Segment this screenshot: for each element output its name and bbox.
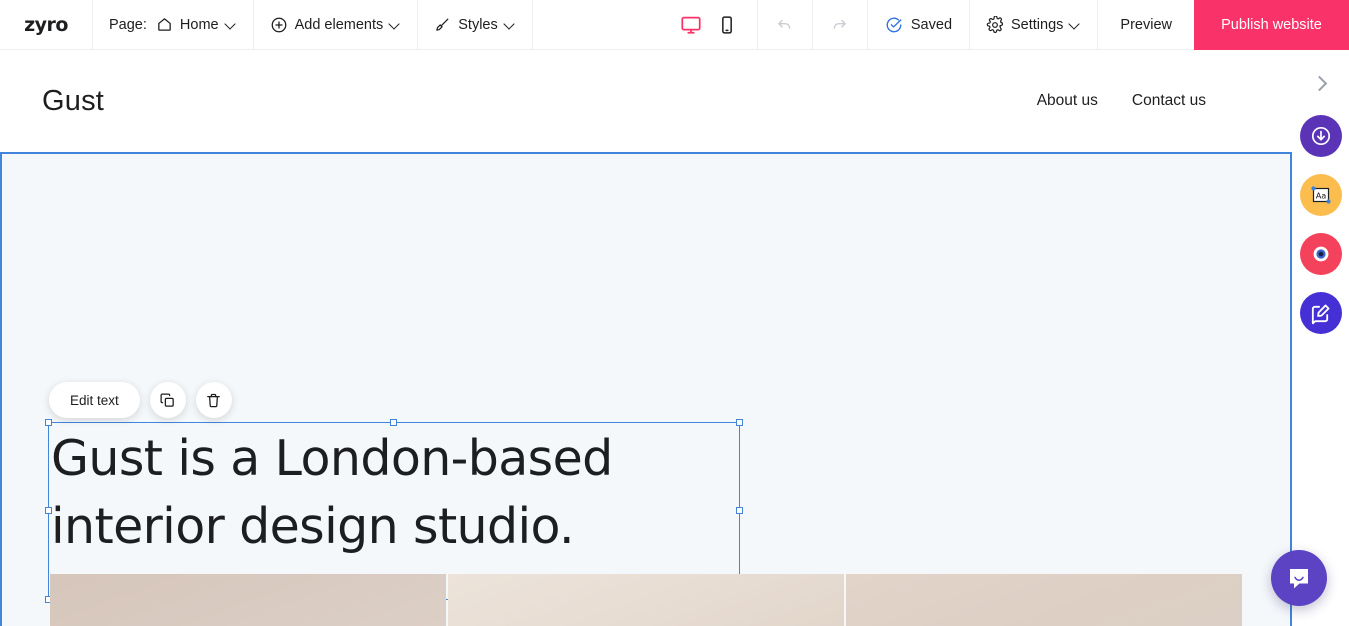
preview-label: Preview xyxy=(1120,16,1172,33)
page-selector-group: Page: Home xyxy=(93,0,253,49)
publish-website-button[interactable]: Publish website xyxy=(1194,0,1349,50)
settings-label: Settings xyxy=(1011,16,1064,33)
settings-button[interactable]: Settings xyxy=(970,0,1097,49)
zyro-website-builder: zyro Page: Home Add elements Styles Save… xyxy=(0,0,1349,626)
trash-icon xyxy=(205,392,222,409)
resize-handle-middle-left[interactable] xyxy=(45,507,52,514)
phone-icon xyxy=(717,15,737,35)
hero-headline: Gust is a London-based interior design s… xyxy=(51,430,613,555)
edit-text-button[interactable]: Edit text xyxy=(49,382,140,418)
download-circle-icon xyxy=(1309,124,1333,148)
home-icon xyxy=(156,16,173,33)
chevron-down-icon xyxy=(226,19,237,30)
resize-handle-middle-right[interactable] xyxy=(736,507,743,514)
chat-bubble-icon xyxy=(1285,564,1313,592)
add-text-button[interactable]: Aa xyxy=(1299,174,1342,216)
svg-text:Aa: Aa xyxy=(1315,190,1326,200)
device-switcher xyxy=(661,0,757,49)
pencil-square-icon xyxy=(1309,302,1332,325)
zyro-wordmark: zyro xyxy=(24,13,68,36)
preview-eye-button[interactable] xyxy=(1299,233,1342,275)
site-header: Gust About us Contact us xyxy=(0,50,1292,152)
resize-handle-top-center[interactable] xyxy=(390,419,397,426)
brush-icon xyxy=(434,16,451,33)
duplicate-element-button[interactable] xyxy=(149,382,186,418)
monitor-icon xyxy=(680,14,702,36)
gear-icon xyxy=(986,15,1004,34)
redo-button[interactable] xyxy=(813,0,867,49)
delete-element-button[interactable] xyxy=(195,382,232,418)
check-circle-icon xyxy=(885,16,903,34)
page-selector[interactable]: Page: Home xyxy=(93,0,253,49)
site-brand: Gust xyxy=(42,84,105,117)
chevron-down-icon xyxy=(390,19,401,30)
page-name: Home xyxy=(179,16,219,33)
styles-button[interactable]: Styles xyxy=(418,0,532,49)
undo-arrow-icon xyxy=(775,15,794,34)
resize-handle-top-right[interactable] xyxy=(736,419,743,426)
text-aa-icon: Aa xyxy=(1308,182,1334,208)
eye-icon xyxy=(1309,242,1333,266)
add-elements-label: Add elements xyxy=(294,16,384,33)
styles-label: Styles xyxy=(458,16,498,33)
add-elements-button[interactable]: Add elements xyxy=(254,0,418,49)
site-nav: About us Contact us xyxy=(1037,92,1250,110)
chat-launcher-button[interactable] xyxy=(1271,550,1327,606)
chevron-right-icon[interactable] xyxy=(1306,68,1336,98)
zyro-logo[interactable]: zyro xyxy=(0,0,92,49)
resize-handle-top-left[interactable] xyxy=(45,419,52,426)
image-tile-1[interactable] xyxy=(50,574,446,626)
undo-button[interactable] xyxy=(758,0,812,49)
nav-link-about-us[interactable]: About us xyxy=(1037,92,1098,110)
image-tile-2[interactable] xyxy=(448,574,844,626)
site-canvas: Gust About us Contact us Edit text Gust … xyxy=(0,50,1292,626)
hero-section[interactable]: Edit text Gust is a London-based interio… xyxy=(0,152,1292,626)
element-toolbar: Edit text xyxy=(49,382,232,418)
mobile-view-button[interactable] xyxy=(711,9,743,41)
add-section-button[interactable] xyxy=(1299,115,1342,157)
styles-group: Styles xyxy=(418,0,532,49)
settings-group: Settings xyxy=(970,0,1097,49)
saved-label: Saved xyxy=(910,16,953,33)
chevron-down-icon xyxy=(505,19,516,30)
redo-arrow-icon xyxy=(830,15,849,34)
right-sidebar: Aa xyxy=(1292,50,1349,626)
blog-editor-button[interactable] xyxy=(1299,292,1342,334)
top-toolbar: zyro Page: Home Add elements Styles Save… xyxy=(0,0,1349,50)
chevron-down-icon xyxy=(1070,19,1081,30)
save-status: Saved xyxy=(868,0,969,49)
add-elements-group: Add elements xyxy=(254,0,418,49)
duplicate-icon xyxy=(159,392,176,409)
image-tile-3[interactable] xyxy=(846,574,1242,626)
preview-button[interactable]: Preview xyxy=(1098,0,1194,49)
nav-link-contact-us[interactable]: Contact us xyxy=(1132,92,1206,110)
page-label: Page: xyxy=(109,16,147,33)
desktop-view-button[interactable] xyxy=(675,9,707,41)
plus-circle-icon xyxy=(270,16,288,34)
image-gallery-strip xyxy=(50,574,1242,626)
